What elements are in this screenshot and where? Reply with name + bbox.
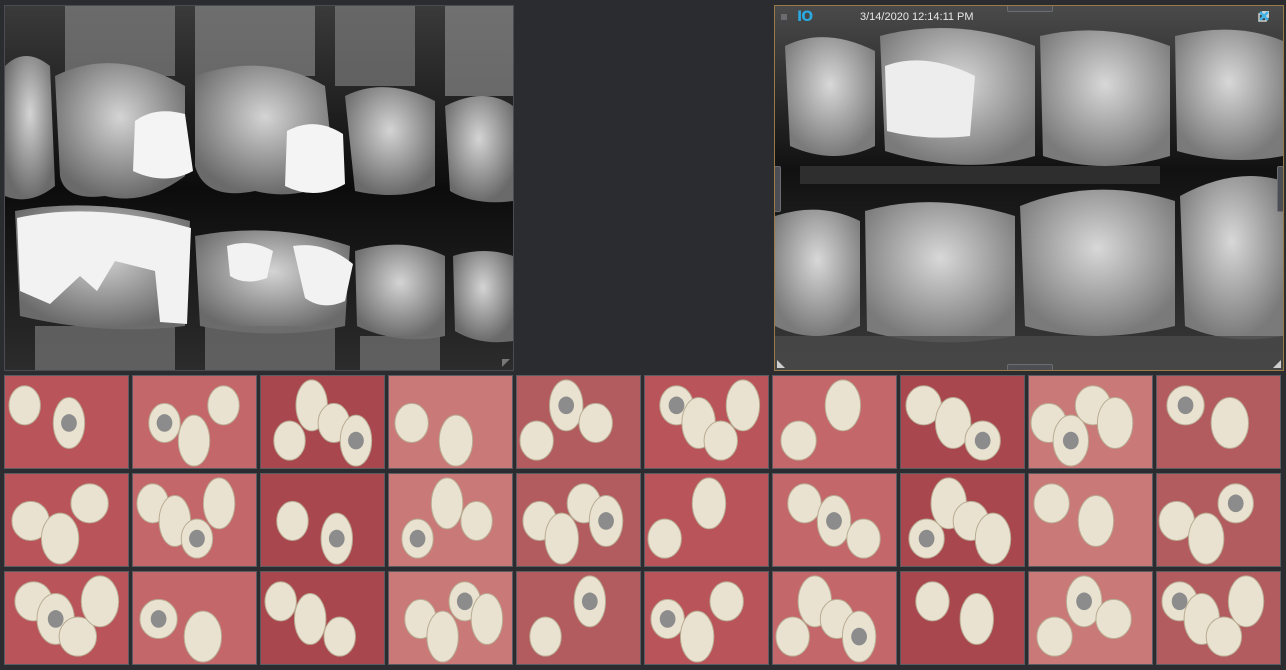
photo-thumbnail[interactable] (1028, 375, 1153, 469)
bitewing-xray-image (775, 6, 1283, 370)
xray-viewer-left[interactable] (4, 5, 514, 371)
photo-thumbnail[interactable] (772, 375, 897, 469)
resize-handle-right[interactable] (1277, 166, 1283, 212)
intraoral-photo (261, 474, 384, 566)
photo-thumbnail[interactable] (132, 375, 257, 469)
intraoral-photo (5, 572, 128, 664)
photo-thumbnail[interactable] (132, 571, 257, 665)
bitewing-xray-image (5, 6, 513, 370)
intraoral-photo (389, 376, 512, 468)
photo-thumbnail[interactable] (4, 375, 129, 469)
photo-thumbnail[interactable] (644, 375, 769, 469)
intraoral-photo (1029, 376, 1152, 468)
intraoral-photo (1157, 572, 1280, 664)
photo-thumbnail[interactable] (900, 473, 1025, 567)
intraoral-photo-grid (4, 375, 1283, 669)
intraoral-photo (773, 474, 896, 566)
photo-thumbnail[interactable] (132, 473, 257, 567)
photo-thumbnail[interactable] (1028, 571, 1153, 665)
intraoral-photo (773, 376, 896, 468)
intraoral-photo (389, 474, 512, 566)
io-logo-icon: IO (797, 9, 813, 25)
photo-thumbnail[interactable] (1028, 473, 1153, 567)
xray-viewer-right[interactable]: IO 3/14/2020 12:14:11 PM (774, 5, 1284, 371)
image-timestamp: 3/14/2020 12:14:11 PM (860, 11, 974, 23)
intraoral-photo (389, 572, 512, 664)
intraoral-photo (901, 376, 1024, 468)
photo-thumbnail[interactable] (1156, 473, 1281, 567)
photo-thumbnail[interactable] (516, 375, 641, 469)
intraoral-photo (1029, 572, 1152, 664)
photo-thumbnail[interactable] (1156, 375, 1281, 469)
intraoral-photo (517, 572, 640, 664)
drag-grip-icon[interactable] (781, 14, 787, 20)
intraoral-photo (5, 376, 128, 468)
intraoral-photo (261, 572, 384, 664)
photo-thumbnail[interactable] (644, 473, 769, 567)
intraoral-photo (645, 474, 768, 566)
intraoral-photo (517, 474, 640, 566)
photo-thumbnail[interactable] (4, 571, 129, 665)
photo-thumbnail[interactable] (260, 473, 385, 567)
photo-thumbnail[interactable] (1156, 571, 1281, 665)
photo-thumbnail[interactable] (388, 375, 513, 469)
resize-handle-left[interactable] (775, 166, 781, 212)
intraoral-photo (1157, 376, 1280, 468)
intraoral-photo (5, 474, 128, 566)
resize-handle-bottom[interactable] (1007, 364, 1053, 370)
photo-thumbnail[interactable] (772, 571, 897, 665)
intraoral-photo (133, 572, 256, 664)
photo-thumbnail[interactable] (644, 571, 769, 665)
intraoral-photo (1157, 474, 1280, 566)
close-icon[interactable] (1259, 10, 1279, 22)
intraoral-photo (773, 572, 896, 664)
intraoral-photo (901, 474, 1024, 566)
photo-thumbnail[interactable] (4, 473, 129, 567)
photo-thumbnail[interactable] (516, 473, 641, 567)
intraoral-photo (133, 474, 256, 566)
window-controls (1249, 10, 1279, 22)
photo-thumbnail[interactable] (388, 473, 513, 567)
resize-handle-top[interactable] (1007, 6, 1053, 12)
photo-thumbnail[interactable] (900, 571, 1025, 665)
intraoral-photo (133, 376, 256, 468)
intraoral-photo (645, 572, 768, 664)
photo-thumbnail[interactable] (516, 571, 641, 665)
intraoral-photo (517, 376, 640, 468)
intraoral-photo (261, 376, 384, 468)
intraoral-photo (1029, 474, 1152, 566)
photo-thumbnail[interactable] (260, 375, 385, 469)
photo-thumbnail[interactable] (900, 375, 1025, 469)
photo-thumbnail[interactable] (388, 571, 513, 665)
photo-thumbnail[interactable] (772, 473, 897, 567)
photo-thumbnail[interactable] (260, 571, 385, 665)
intraoral-photo (901, 572, 1024, 664)
intraoral-photo (645, 376, 768, 468)
